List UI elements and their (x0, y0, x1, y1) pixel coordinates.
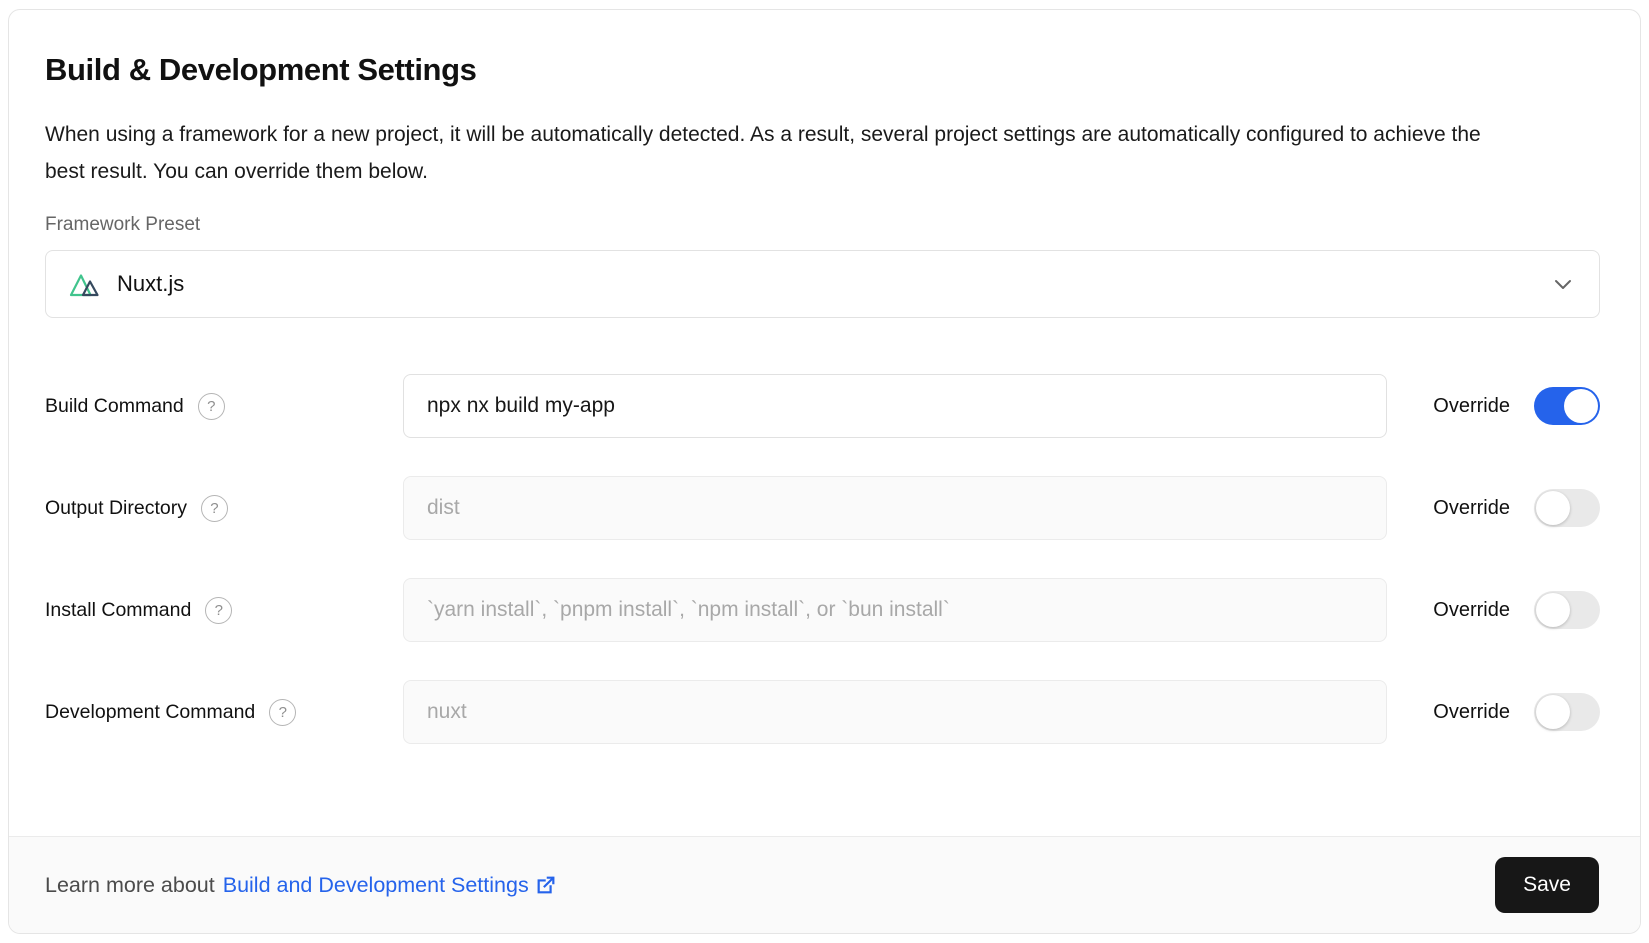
toggle-knob (1536, 695, 1570, 729)
card-footer: Learn more about Build and Development S… (9, 836, 1640, 933)
build-command-label: Build Command (45, 395, 184, 418)
framework-preset-select[interactable]: Nuxt.js (45, 250, 1600, 318)
page-title: Build & Development Settings (45, 52, 1600, 88)
save-button[interactable]: Save (1495, 857, 1599, 913)
build-command-override-toggle[interactable] (1534, 387, 1600, 425)
install-command-input (403, 578, 1387, 642)
development-command-override-toggle[interactable] (1534, 693, 1600, 731)
build-command-row: Build Command ? Override (45, 374, 1600, 438)
override-label: Override (1433, 497, 1510, 520)
override-label: Override (1433, 599, 1510, 622)
chevron-down-icon (1551, 272, 1575, 296)
output-directory-override-toggle[interactable] (1534, 489, 1600, 527)
output-directory-row: Output Directory ? Override (45, 476, 1600, 540)
override-label: Override (1433, 701, 1510, 724)
toggle-knob (1536, 491, 1570, 525)
override-label: Override (1433, 395, 1510, 418)
learn-more-text: Learn more about (45, 873, 215, 898)
framework-preset-value: Nuxt.js (117, 271, 184, 297)
help-icon[interactable]: ? (205, 597, 232, 624)
development-command-row: Development Command ? Override (45, 680, 1600, 744)
settings-description: When using a framework for a new project… (45, 116, 1505, 190)
toggle-knob (1536, 593, 1570, 627)
help-icon[interactable]: ? (201, 495, 228, 522)
build-settings-card: Build & Development Settings When using … (8, 9, 1641, 934)
install-command-row: Install Command ? Override (45, 578, 1600, 642)
build-command-input[interactable] (403, 374, 1387, 438)
development-command-input (403, 680, 1387, 744)
output-directory-label: Output Directory (45, 497, 187, 520)
settings-rows: Build Command ? Override Output Director… (45, 374, 1600, 744)
install-command-override-toggle[interactable] (1534, 591, 1600, 629)
help-icon[interactable]: ? (198, 393, 225, 420)
build-settings-docs-link[interactable]: Build and Development Settings (223, 873, 557, 898)
framework-preset-label: Framework Preset (45, 214, 1600, 236)
development-command-label: Development Command (45, 701, 255, 724)
output-directory-input (403, 476, 1387, 540)
help-icon[interactable]: ? (269, 699, 296, 726)
toggle-knob (1564, 389, 1598, 423)
external-link-icon (535, 874, 557, 896)
nuxt-icon (69, 269, 102, 299)
card-content: Build & Development Settings When using … (9, 10, 1640, 836)
install-command-label: Install Command (45, 599, 191, 622)
